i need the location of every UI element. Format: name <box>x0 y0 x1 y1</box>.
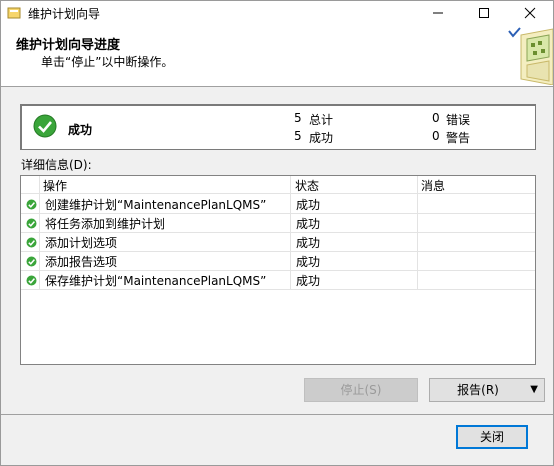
page-subtitle: 单击“停止”以中断操作。 <box>41 55 174 69</box>
table-row[interactable]: 添加报告选项 成功 <box>21 252 535 271</box>
page-title: 维护计划向导进度 <box>16 38 121 53</box>
table-row[interactable]: 保存维护计划“MaintenancePlanLQMS” 成功 <box>21 271 535 290</box>
row-operation: 保存维护计划“MaintenancePlanLQMS” <box>45 274 267 288</box>
details-label: 详细信息(D): <box>21 158 92 172</box>
total-count: 5 <box>294 111 302 125</box>
table-row[interactable]: 添加计划选项 成功 <box>21 233 535 252</box>
close-button[interactable]: 关闭 <box>456 425 528 449</box>
row-status: 成功 <box>296 236 321 250</box>
success-check-icon <box>33 114 57 138</box>
report-button-label: 报告(R) <box>457 383 499 397</box>
row-operation: 添加计划选项 <box>45 236 118 250</box>
wizard-graphic-icon <box>508 27 553 85</box>
column-header-message[interactable]: 消息 <box>421 177 445 194</box>
success-icon <box>26 256 37 267</box>
wizard-window: 维护计划向导 维护计划向导进度 单击“停止”以中断操作。 成功 5 总计 5 成… <box>0 0 554 466</box>
total-label: 总计 <box>309 113 334 127</box>
wizard-header: 维护计划向导进度 单击“停止”以中断操作。 <box>1 25 553 87</box>
warning-count: 0 <box>432 129 440 143</box>
maximize-button[interactable] <box>461 1 507 25</box>
close-icon <box>524 7 536 19</box>
window-title: 维护计划向导 <box>28 7 101 21</box>
success-icon <box>26 218 37 229</box>
row-operation: 添加报告选项 <box>45 255 118 269</box>
row-status: 成功 <box>296 255 321 269</box>
minimize-button[interactable] <box>415 1 461 25</box>
app-icon <box>7 7 21 19</box>
error-label: 错误 <box>446 113 471 127</box>
row-operation: 将任务添加到维护计划 <box>45 217 166 231</box>
column-header-operation[interactable]: 操作 <box>43 177 67 194</box>
report-button[interactable]: 报告(R) ▼ <box>429 378 545 402</box>
row-status: 成功 <box>296 198 321 212</box>
dropdown-arrow-icon[interactable]: ▼ <box>530 379 538 401</box>
minimize-icon <box>433 12 443 14</box>
stop-button[interactable]: 停止(S) <box>304 378 418 402</box>
table-row[interactable]: 将任务添加到维护计划 成功 <box>21 214 535 233</box>
row-operation: 创建维护计划“MaintenancePlanLQMS” <box>45 198 267 212</box>
grid-header: 操作 状态 消息 <box>21 176 535 194</box>
success-icon <box>26 199 37 210</box>
success-count: 5 <box>294 129 302 143</box>
maximize-icon <box>479 8 489 18</box>
row-status: 成功 <box>296 217 321 231</box>
summary-status: 成功 <box>68 123 93 137</box>
warning-label: 警告 <box>446 131 471 145</box>
row-status: 成功 <box>296 274 321 288</box>
title-bar[interactable]: 维护计划向导 <box>1 1 553 25</box>
details-grid[interactable]: 操作 状态 消息 创建维护计划“MaintenancePlanLQMS” 成功 … <box>20 175 536 365</box>
success-label: 成功 <box>309 131 334 145</box>
table-row[interactable]: 创建维护计划“MaintenancePlanLQMS” 成功 <box>21 195 535 214</box>
close-window-button[interactable] <box>507 1 553 25</box>
success-icon <box>26 237 37 248</box>
footer-divider <box>1 414 553 415</box>
summary-panel: 成功 5 总计 5 成功 0 错误 0 警告 <box>20 104 536 150</box>
column-header-status[interactable]: 状态 <box>295 177 319 194</box>
error-count: 0 <box>432 111 440 125</box>
success-icon <box>26 275 37 286</box>
